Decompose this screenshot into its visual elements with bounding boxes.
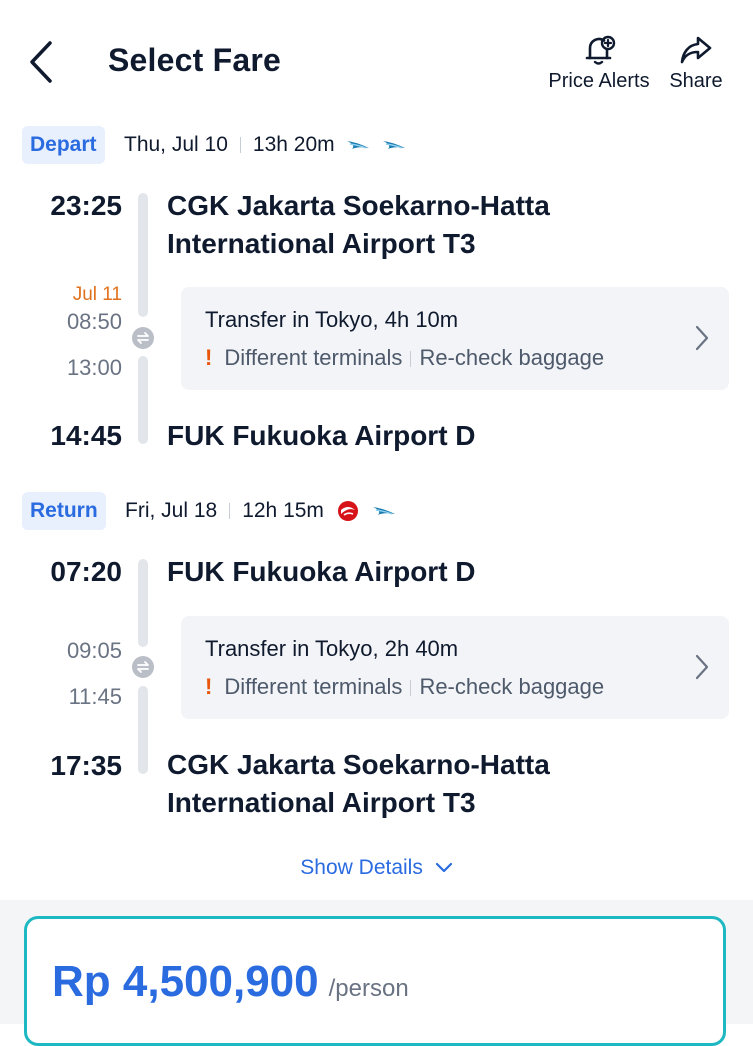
depart-departure-airport: CGK Jakarta Soekarno-Hatta International… (167, 187, 550, 263)
timeline-segment (138, 356, 148, 444)
return-duration: 12h 15m (242, 499, 324, 522)
page-title: Select Fare (108, 42, 281, 78)
airport-line: CGK Jakarta Soekarno-Hatta (167, 190, 550, 221)
back-button[interactable] (26, 40, 66, 86)
fare-amount: Rp 4,500,900 (52, 957, 319, 1006)
return-departure-airport: FUK Fukuoka Airport D (167, 556, 476, 587)
divider (410, 351, 412, 368)
price-alerts-button[interactable]: Price Alerts (543, 34, 655, 93)
transfer-note: Re-check baggage (419, 345, 605, 370)
transfer-notes: ! Different terminals Re-check baggage (205, 674, 604, 700)
airport-line: CGK Jakarta Soekarno-Hatta (167, 749, 550, 780)
fare-unit: /person (328, 975, 409, 1002)
timeline-segment (138, 559, 148, 647)
return-date: Fri, Jul 18 (125, 499, 218, 522)
transfer-card[interactable]: Transfer in Tokyo, 2h 40m ! Different ter… (181, 616, 729, 719)
depart-date: Thu, Jul 10 (124, 133, 228, 156)
transfer-title: Transfer in Tokyo, 2h 40m (205, 636, 459, 661)
timeline-segment (138, 686, 148, 774)
chevron-right-icon (695, 325, 709, 351)
return-arrival-airport: CGK Jakarta Soekarno-Hatta International… (167, 746, 550, 822)
timeline-segment (138, 193, 148, 317)
airport-line: International Airport T3 (167, 787, 476, 818)
show-details-label: Show Details (300, 856, 423, 879)
divider (229, 503, 231, 520)
transfer-title: Transfer in Tokyo, 4h 10m (205, 307, 459, 332)
transfer-notes: ! Different terminals Re-check baggage (205, 345, 604, 371)
fare-price: Rp 4,500,900/person (52, 957, 409, 1007)
transfer-depart-time: 13:00 (66, 355, 122, 380)
chevron-left-icon (30, 41, 52, 83)
show-details-link[interactable]: Show Details (0, 856, 753, 880)
share-arrow-icon (680, 36, 712, 64)
bell-plus-icon (585, 35, 616, 65)
transfer-depart-time: 11:45 (68, 684, 122, 709)
depart-departure-time: 23:25 (50, 190, 122, 221)
garuda-logo-icon (383, 141, 406, 150)
airport-line: International Airport T3 (167, 228, 476, 259)
price-alerts-label: Price Alerts (548, 70, 650, 92)
return-arrival-time: 17:35 (50, 750, 122, 781)
depart-duration: 13h 20m (252, 133, 335, 156)
share-label: Share (669, 70, 723, 92)
depart-arrival-time: 14:45 (50, 420, 122, 451)
transfer-icon (132, 656, 154, 678)
jal-logo-icon (337, 501, 358, 522)
depart-arrival-airport: FUK Fukuoka Airport D (167, 420, 476, 451)
return-departure-time: 07:20 (50, 556, 122, 587)
transfer-note: Different terminals (224, 345, 403, 370)
depart-tag: Depart (22, 126, 105, 164)
transfer-card[interactable]: Transfer in Tokyo, 4h 10m ! Different ter… (181, 287, 729, 390)
transfer-arrive-time: 09:05 (66, 638, 122, 663)
return-tag: Return (22, 492, 106, 530)
garuda-logo-icon (372, 507, 395, 516)
warning-icon: ! (205, 345, 213, 370)
warning-icon: ! (205, 674, 213, 699)
share-button[interactable]: Share (664, 34, 728, 93)
garuda-logo-icon (347, 141, 370, 150)
transfer-note: Re-check baggage (419, 674, 605, 699)
depart-meta: Thu, Jul 10 13h 20m (124, 133, 406, 157)
transfer-icon (132, 327, 154, 349)
fare-card[interactable]: Rp 4,500,900/person (24, 916, 726, 1046)
transfer-arrive-time: 08:50 (66, 309, 122, 334)
chevron-down-icon (435, 863, 452, 873)
next-day-note: Jul 11 (72, 284, 122, 305)
chevron-right-icon (695, 654, 709, 680)
divider (410, 680, 412, 697)
divider (239, 137, 241, 154)
return-meta: Fri, Jul 18 12h 15m (125, 499, 396, 523)
transfer-note: Different terminals (224, 674, 403, 699)
